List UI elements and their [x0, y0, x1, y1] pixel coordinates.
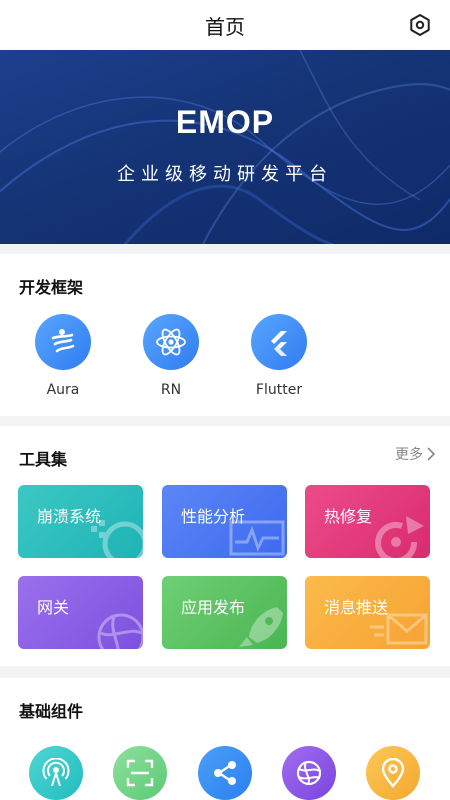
globe-icon[interactable] — [282, 746, 336, 800]
broadcast-icon[interactable] — [29, 746, 83, 800]
monitor-chart-icon — [229, 520, 285, 556]
tool-app-release[interactable]: 应用发布 — [162, 576, 287, 649]
banner-subtitle: 企业级移动研发平台 — [117, 164, 333, 185]
page-title: 首页 — [205, 15, 245, 39]
framework-rn[interactable]: RN — [131, 314, 211, 398]
refresh-icon — [375, 516, 424, 558]
framework-label: Aura — [46, 382, 80, 398]
tool-gateway[interactable]: 网关 — [18, 576, 143, 649]
tools-section: 工具集 更多 崩溃系统 性能分析 热修复 网关 应用发布 消息推送 — [0, 426, 450, 666]
tool-hot-fix[interactable]: 热修复 — [305, 485, 430, 558]
more-link[interactable]: 更多 — [395, 444, 436, 464]
network-globe-icon — [97, 613, 143, 649]
framework-label: RN — [160, 382, 182, 398]
tool-label: 热修复 — [324, 507, 373, 526]
hero-banner[interactable]: EMOP 企业级移动研发平台 — [0, 50, 450, 244]
envelope-icon — [370, 613, 428, 645]
framework-label: Flutter — [255, 382, 303, 398]
frameworks-section: 开发框架 Aura RN Flutter — [0, 254, 450, 416]
hexagon-settings-icon[interactable] — [408, 13, 432, 37]
tool-crash-system[interactable]: 崩溃系统 — [18, 485, 143, 558]
section-title: 工具集 — [19, 450, 68, 469]
tool-message-push[interactable]: 消息推送 — [305, 576, 430, 649]
more-label: 更多 — [395, 447, 423, 463]
framework-aura[interactable]: Aura — [23, 314, 103, 398]
rocket-icon — [239, 607, 283, 647]
section-title: 开发框架 — [19, 278, 84, 297]
react-icon — [143, 314, 199, 370]
tool-label: 网关 — [37, 598, 70, 617]
banner-title: EMOP — [175, 104, 275, 140]
aura-icon — [35, 314, 91, 370]
location-pin-icon[interactable] — [366, 746, 420, 800]
components-section: 基础组件 — [0, 678, 450, 800]
chevron-right-icon — [427, 447, 436, 461]
framework-flutter[interactable]: Flutter — [239, 314, 319, 398]
crash-icon — [91, 520, 143, 558]
flutter-icon — [251, 314, 307, 370]
share-icon[interactable] — [198, 746, 252, 800]
top-bar: 首页 — [0, 0, 450, 50]
tool-performance-analysis[interactable]: 性能分析 — [162, 485, 287, 558]
scan-icon[interactable] — [113, 746, 167, 800]
banner-background — [0, 50, 450, 244]
section-title: 基础组件 — [19, 702, 84, 721]
